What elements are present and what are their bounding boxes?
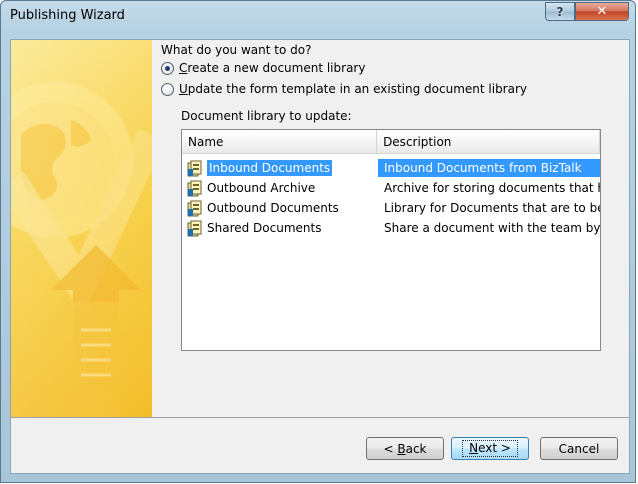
question-label: What do you want to do? — [161, 43, 312, 57]
next-button[interactable]: Next > — [451, 437, 529, 460]
wizard-client-area: What do you want to do? Create a new doc… — [10, 39, 630, 474]
document-library-icon — [187, 160, 202, 176]
wizard-footer: < Back Next > Cancel — [11, 417, 629, 473]
create-library-label: Create a new document library — [179, 61, 366, 75]
library-description: Inbound Documents from BizTalk — [378, 159, 600, 177]
window-title: Publishing Wizard — [10, 8, 125, 23]
column-header-description[interactable]: Description — [377, 130, 600, 154]
close-icon: ✕ — [596, 4, 608, 19]
library-row[interactable]: Outbound Archive Archive for storing doc… — [182, 178, 600, 198]
back-button-label: < Back — [383, 441, 427, 456]
globe-upload-artwork — [11, 40, 152, 417]
library-name-cell: Shared Documents — [182, 220, 378, 237]
close-button[interactable]: ✕ — [575, 2, 629, 21]
document-library-icon — [187, 180, 202, 196]
help-button[interactable]: ? — [545, 2, 575, 21]
library-name-cell: Inbound Documents — [182, 160, 378, 177]
library-list-label: Document library to update: — [181, 109, 352, 123]
title-bar[interactable]: Publishing Wizard ? ✕ — [1, 1, 635, 31]
library-row[interactable]: Inbound Documents Inbound Documents from… — [182, 158, 600, 178]
document-library-icon — [187, 220, 202, 236]
update-library-label: Update the form template in an existing … — [179, 82, 528, 96]
create-library-option[interactable]: Create a new document library — [161, 61, 365, 75]
wizard-main-panel: What do you want to do? Create a new doc… — [152, 40, 629, 417]
library-description: Library for Documents that are to be ... — [384, 201, 600, 215]
library-name-cell: Outbound Documents — [182, 200, 378, 217]
listview-header: Name Description — [182, 130, 600, 154]
library-name-cell: Outbound Archive — [182, 180, 378, 197]
back-button[interactable]: < Back — [366, 437, 444, 460]
update-library-radio[interactable] — [161, 82, 174, 96]
column-header-name[interactable]: Name — [182, 130, 378, 154]
document-library-icon — [187, 200, 202, 216]
publishing-wizard-window: Publishing Wizard ? ✕ What do you want t… — [0, 0, 636, 483]
library-row[interactable]: Shared Documents Share a document with t… — [182, 218, 600, 238]
library-description: Share a document with the team by a... — [384, 221, 600, 235]
library-name: Shared Documents — [207, 221, 322, 235]
create-library-radio[interactable] — [161, 61, 174, 75]
next-button-label: Next > — [462, 440, 518, 457]
cancel-button[interactable]: Cancel — [540, 437, 618, 460]
library-name: Inbound Documents — [207, 160, 333, 176]
library-name: Outbound Documents — [207, 201, 339, 215]
library-row[interactable]: Outbound Documents Library for Documents… — [182, 198, 600, 218]
help-icon: ? — [556, 4, 564, 19]
wizard-side-illustration — [11, 40, 152, 417]
update-library-option[interactable]: Update the form template in an existing … — [161, 82, 527, 96]
library-description: Archive for storing documents that ha... — [384, 181, 600, 195]
library-listview[interactable]: Name Description Inbound Documents Inbou… — [181, 129, 601, 351]
library-name: Outbound Archive — [207, 181, 316, 195]
